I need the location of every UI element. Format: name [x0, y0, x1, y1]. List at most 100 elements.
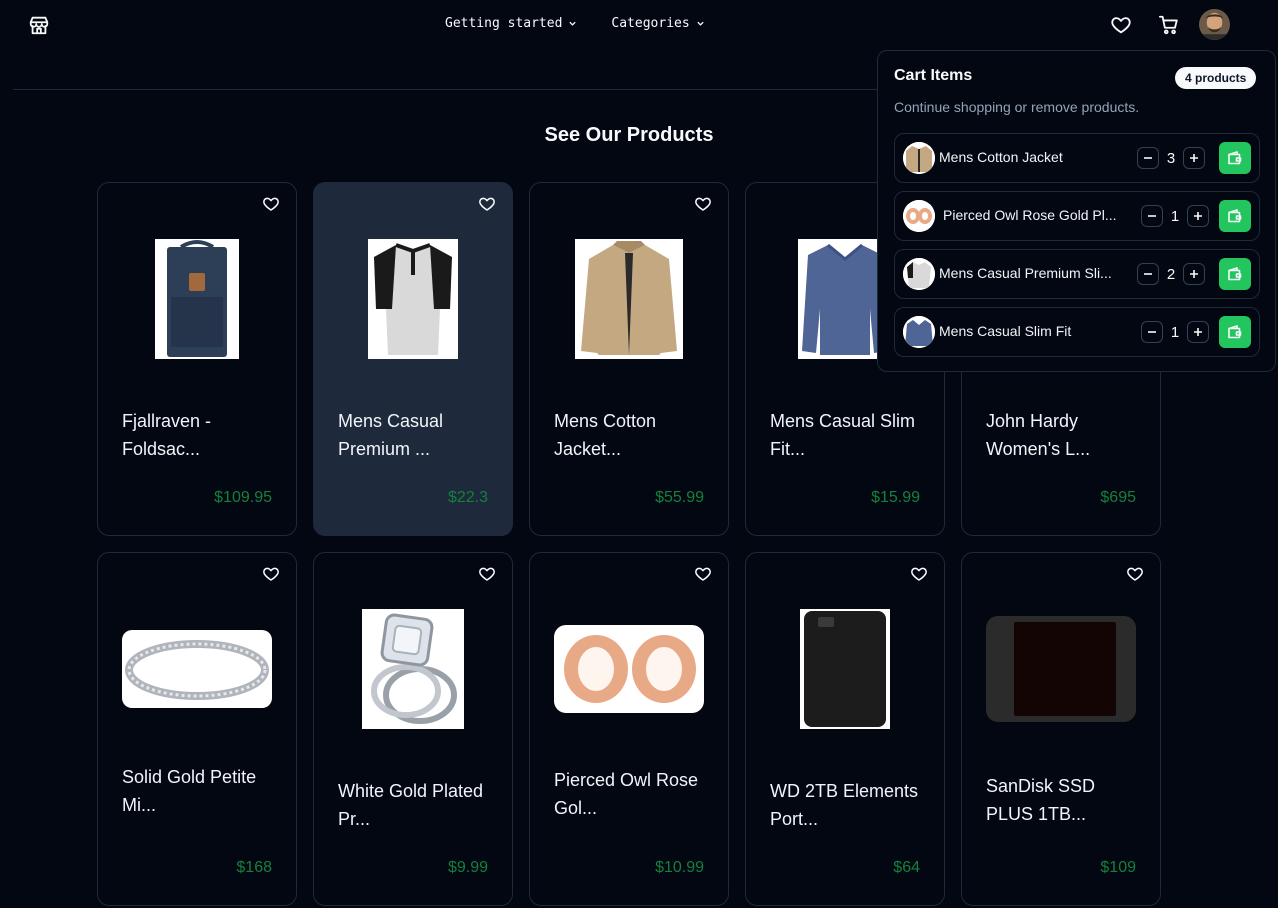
checkout-item-button[interactable] — [1219, 200, 1251, 232]
cart-item: Mens Casual Slim Fit 1 — [894, 307, 1260, 357]
plus-icon — [1190, 154, 1198, 162]
product-price: $15.99 — [871, 489, 920, 506]
cart-item: Mens Casual Premium Sli... 2 — [894, 249, 1260, 299]
product-card[interactable]: Mens Cotton Jacket... $55.99 — [529, 182, 729, 536]
plus-icon — [1194, 212, 1202, 220]
decrease-quantity-button[interactable] — [1141, 205, 1163, 227]
wallet-icon — [1228, 151, 1242, 165]
product-card[interactable]: Fjallraven - Foldsac... $109.95 — [97, 182, 297, 536]
minus-icon — [1144, 273, 1152, 275]
cart-item-thumbnail — [903, 258, 935, 290]
checkout-item-button[interactable] — [1219, 316, 1251, 348]
heart-icon[interactable] — [262, 195, 280, 213]
product-price: $695 — [1100, 489, 1136, 506]
product-name: WD 2TB Elements Port... — [770, 781, 919, 829]
product-card[interactable]: White Gold Plated Pr... $9.99 — [313, 552, 513, 906]
quantity-value: 2 — [1166, 265, 1176, 283]
minus-icon — [1148, 215, 1156, 217]
cart-subtitle: Continue shopping or remove products. — [894, 99, 1140, 115]
product-name: SanDisk SSD PLUS 1TB... — [986, 776, 1096, 824]
cart-list: Mens Cotton Jacket 3 Pierced Owl Rose Go… — [894, 133, 1260, 365]
product-price: $10.99 — [655, 859, 704, 876]
top-navbar: Getting started Categories — [0, 0, 1278, 50]
nav-categories[interactable]: Categories — [611, 16, 704, 31]
heart-icon[interactable] — [478, 565, 496, 583]
product-name: White Gold Plated Pr... — [338, 781, 484, 829]
cart-item-thumbnail — [903, 200, 935, 232]
minus-icon — [1148, 331, 1156, 333]
product-price: $55.99 — [655, 489, 704, 506]
product-price: $109.95 — [214, 489, 272, 506]
product-name: Pierced Owl Rose Gol... — [554, 770, 699, 818]
heart-icon[interactable] — [478, 195, 496, 213]
header-divider — [13, 89, 883, 90]
decrease-quantity-button[interactable] — [1137, 263, 1159, 285]
cart-item-name: Mens Cotton Jacket — [939, 149, 1063, 165]
product-image — [122, 609, 272, 729]
cart-item-thumbnail — [903, 316, 935, 348]
product-name: Solid Gold Petite Mi... — [122, 767, 257, 815]
product-image — [554, 609, 704, 729]
wallet-icon — [1228, 209, 1242, 223]
shopping-cart-icon[interactable] — [1157, 14, 1181, 36]
quantity-value: 1 — [1170, 207, 1180, 225]
product-price: $168 — [236, 859, 272, 876]
quantity-value: 3 — [1166, 149, 1176, 167]
cart-item: Mens Cotton Jacket 3 — [894, 133, 1260, 183]
heart-icon[interactable] — [1110, 14, 1132, 36]
nav-label: Categories — [611, 16, 690, 31]
checkout-item-button[interactable] — [1219, 258, 1251, 290]
cart-dropdown: Cart Items 4 products Continue shopping … — [877, 50, 1276, 372]
product-card[interactable]: SanDisk SSD PLUS 1TB... $109 — [961, 552, 1161, 906]
increase-quantity-button[interactable] — [1183, 263, 1205, 285]
product-image — [770, 609, 920, 729]
product-price: $109 — [1100, 859, 1136, 876]
avatar[interactable] — [1199, 9, 1230, 40]
nav-label: Getting started — [445, 16, 563, 31]
product-image — [338, 239, 488, 359]
product-price: $9.99 — [447, 859, 488, 876]
product-card[interactable]: Solid Gold Petite Mi... $168 — [97, 552, 297, 906]
increase-quantity-button[interactable] — [1183, 147, 1205, 169]
checkout-item-button[interactable] — [1219, 142, 1251, 174]
increase-quantity-button[interactable] — [1187, 205, 1209, 227]
heart-icon[interactable] — [694, 195, 712, 213]
plus-icon — [1190, 270, 1198, 278]
wallet-icon — [1228, 267, 1242, 281]
product-card[interactable]: Mens Casual Premium ... $22.3 — [313, 182, 513, 536]
cart-item-name: Pierced Owl Rose Gold Pl... — [943, 207, 1117, 223]
product-card[interactable]: WD 2TB Elements Port... $64 — [745, 552, 945, 906]
quantity-stepper: 2 — [1137, 263, 1205, 285]
quantity-stepper: 1 — [1141, 321, 1209, 343]
product-name: Mens Casual Premium ... — [338, 411, 444, 459]
cart-item-name: Mens Casual Premium Sli... — [939, 265, 1112, 281]
product-name: Fjallraven - Foldsac... — [122, 411, 212, 459]
increase-quantity-button[interactable] — [1187, 321, 1209, 343]
product-card[interactable]: Pierced Owl Rose Gol... $10.99 — [529, 552, 729, 906]
nav-getting-started[interactable]: Getting started — [445, 16, 577, 31]
heart-icon[interactable] — [1126, 565, 1144, 583]
store-icon[interactable] — [28, 14, 50, 36]
product-image — [986, 609, 1136, 729]
decrease-quantity-button[interactable] — [1141, 321, 1163, 343]
product-name: John Hardy Women's L... — [986, 411, 1091, 459]
heart-icon[interactable] — [694, 565, 712, 583]
product-image — [122, 239, 272, 359]
heart-icon[interactable] — [262, 565, 280, 583]
cart-item-thumbnail — [903, 142, 935, 174]
decrease-quantity-button[interactable] — [1137, 147, 1159, 169]
heart-icon[interactable] — [910, 565, 928, 583]
product-image — [338, 609, 488, 729]
wallet-icon — [1228, 325, 1242, 339]
chevron-down-icon — [697, 21, 704, 26]
cart-item: Pierced Owl Rose Gold Pl... 1 — [894, 191, 1260, 241]
chevron-down-icon — [569, 21, 577, 26]
quantity-value: 1 — [1170, 323, 1180, 341]
quantity-stepper: 3 — [1137, 147, 1205, 169]
product-name: Mens Cotton Jacket... — [554, 411, 657, 459]
quantity-stepper: 1 — [1141, 205, 1209, 227]
product-price: $64 — [893, 859, 920, 876]
cart-item-name: Mens Casual Slim Fit — [939, 323, 1072, 339]
product-name: Mens Casual Slim Fit... — [770, 411, 916, 459]
minus-icon — [1144, 157, 1152, 159]
